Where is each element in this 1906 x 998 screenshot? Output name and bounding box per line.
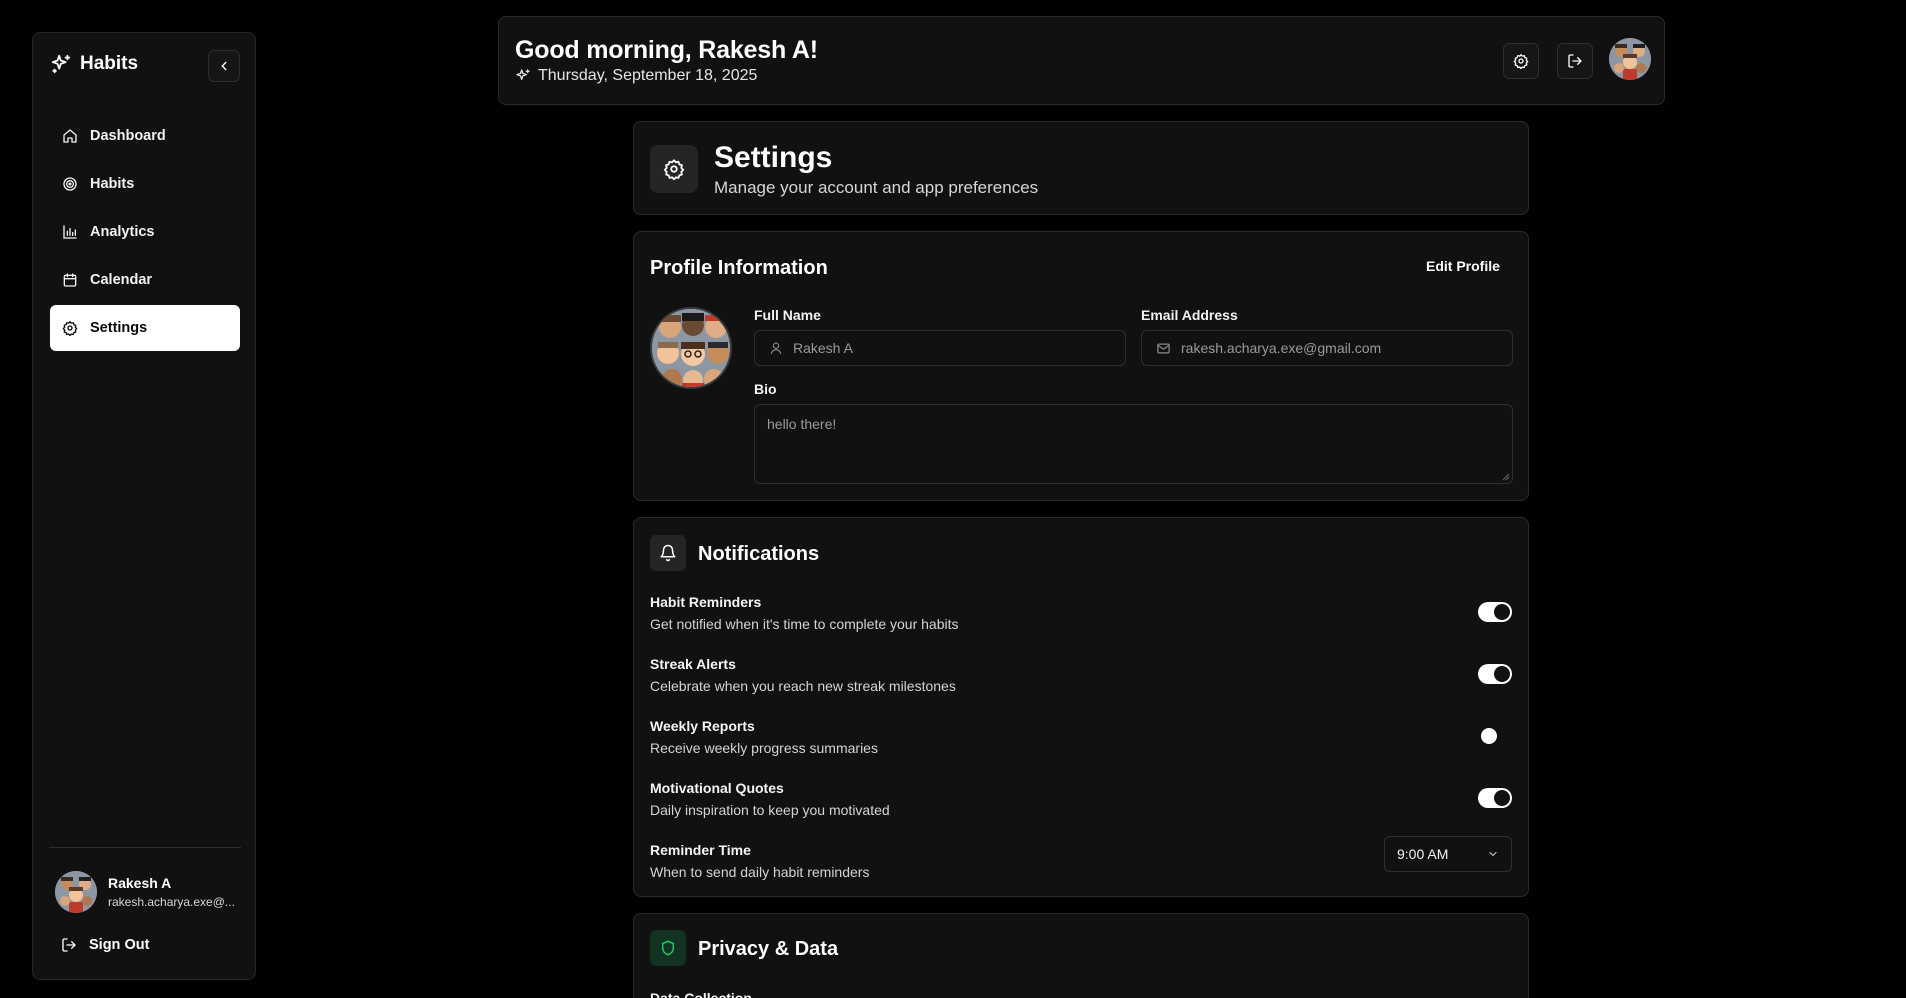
sparkles-icon	[515, 68, 531, 84]
privacy-icon-box	[650, 930, 686, 966]
setting-title: Habit Reminders	[650, 594, 762, 610]
email-field[interactable]: rakesh.acharya.exe@gmail.com	[1141, 330, 1513, 366]
profile-card: Profile Information Edit Profile Full Na…	[633, 231, 1529, 501]
chevron-down-icon	[1487, 848, 1499, 860]
profile-section-title: Profile Information	[650, 257, 828, 279]
toggle-knob	[1494, 790, 1510, 806]
shield-icon	[659, 939, 677, 957]
setting-description: Get notified when it's time to complete …	[650, 616, 959, 632]
page-title: Settings	[714, 141, 833, 174]
email-label: Email Address	[1141, 307, 1238, 323]
setting-description: Receive weekly progress summaries	[650, 740, 878, 756]
sidebar-item-label: Habits	[90, 176, 135, 192]
email-value: rakesh.acharya.exe@gmail.com	[1181, 340, 1382, 356]
notifications-icon-box	[650, 535, 686, 571]
edit-profile-button[interactable]: Edit Profile	[1426, 258, 1500, 274]
setting-habit-reminders: Habit Reminders Get notified when it's t…	[650, 594, 1512, 638]
sign-out-label: Sign Out	[89, 937, 150, 953]
setting-reminder-time: Reminder Time When to send daily habit r…	[650, 836, 1512, 886]
sidebar-item-analytics[interactable]: Analytics	[50, 209, 240, 255]
notifications-card: Notifications Habit Reminders Get notifi…	[633, 517, 1529, 897]
privacy-card: Privacy & Data Data Collection	[633, 913, 1529, 998]
privacy-section-title: Privacy & Data	[698, 938, 839, 960]
setting-motivational-quotes: Motivational Quotes Daily inspiration to…	[650, 780, 1512, 824]
full-name-label: Full Name	[754, 307, 821, 323]
sidebar-item-label: Calendar	[90, 272, 153, 288]
bio-textarea[interactable]: hello there!	[754, 404, 1513, 484]
full-name-field[interactable]: Rakesh A	[754, 330, 1126, 366]
sign-out-button[interactable]: Sign Out	[61, 937, 149, 953]
home-icon	[62, 128, 78, 144]
current-date: Thursday, September 18, 2025	[538, 67, 758, 84]
gear-icon	[62, 320, 78, 336]
sidebar-item-settings[interactable]: Settings	[50, 305, 240, 351]
header-avatar[interactable]	[1609, 38, 1651, 80]
brand[interactable]: Habits	[50, 53, 138, 75]
data-collection-title: Data Collection	[650, 990, 752, 998]
setting-description: Daily inspiration to keep you motivated	[650, 802, 890, 818]
sidebar-item-dashboard[interactable]: Dashboard	[50, 113, 240, 159]
toggle-knob	[1494, 604, 1510, 620]
log-out-icon	[1567, 53, 1583, 69]
sidebar: Habits Dashboard Habits Analytics Calend…	[32, 32, 256, 980]
sidebar-user-name: Rakesh A	[108, 875, 172, 891]
resize-grip-icon[interactable]	[1502, 473, 1510, 481]
setting-streak-alerts: Streak Alerts Celebrate when you reach n…	[650, 656, 1512, 700]
setting-title: Weekly Reports	[650, 718, 755, 734]
setting-title: Streak Alerts	[650, 656, 736, 672]
reminder-time-select[interactable]: 9:00 AM	[1384, 836, 1512, 872]
bell-icon	[659, 544, 677, 562]
bio-value: hello there!	[767, 416, 837, 432]
sidebar-item-label: Settings	[90, 320, 148, 336]
target-icon	[62, 176, 78, 192]
chevron-left-icon	[217, 59, 231, 73]
page-subtitle: Manage your account and app preferences	[714, 178, 1039, 197]
full-name-value: Rakesh A	[793, 340, 853, 356]
sidebar-item-label: Dashboard	[90, 128, 166, 144]
gear-icon	[663, 158, 685, 180]
log-out-icon	[61, 937, 77, 953]
avatar	[55, 871, 97, 913]
profile-avatar[interactable]	[650, 307, 732, 389]
notifications-section-title: Notifications	[698, 543, 820, 565]
setting-title: Motivational Quotes	[650, 780, 784, 796]
setting-weekly-reports: Weekly Reports Receive weekly progress s…	[650, 718, 1512, 762]
motivational-quotes-toggle[interactable]	[1478, 788, 1512, 808]
bar-chart-icon	[62, 224, 78, 240]
setting-description: Celebrate when you reach new streak mile…	[650, 678, 956, 694]
date-row: Thursday, September 18, 2025	[515, 67, 757, 85]
bio-label: Bio	[754, 381, 777, 397]
collapse-sidebar-button[interactable]	[208, 50, 240, 82]
sidebar-user-email: rakesh.acharya.exe@...	[108, 895, 235, 909]
streak-alerts-toggle[interactable]	[1478, 664, 1512, 684]
sidebar-item-calendar[interactable]: Calendar	[50, 257, 240, 303]
header-logout-button[interactable]	[1557, 43, 1593, 79]
habit-reminders-toggle[interactable]	[1478, 602, 1512, 622]
mail-icon	[1156, 341, 1171, 356]
calendar-icon	[62, 272, 78, 288]
setting-description: When to send daily habit reminders	[650, 864, 870, 880]
setting-title: Reminder Time	[650, 842, 751, 858]
toggle-knob	[1481, 728, 1497, 744]
sidebar-divider	[49, 847, 241, 848]
weekly-reports-toggle[interactable]	[1478, 726, 1512, 746]
settings-header-card: Settings Manage your account and app pre…	[633, 121, 1529, 215]
brand-name: Habits	[80, 53, 139, 74]
top-header: Good morning, Rakesh A! Thursday, Septem…	[498, 16, 1665, 105]
sidebar-item-label: Analytics	[90, 224, 155, 240]
toggle-knob	[1494, 666, 1510, 682]
reminder-time-value: 9:00 AM	[1397, 846, 1449, 862]
sidebar-user[interactable]: Rakesh A rakesh.acharya.exe@...	[55, 871, 235, 913]
settings-icon-box	[650, 145, 698, 193]
sidebar-item-habits[interactable]: Habits	[50, 161, 240, 207]
sidebar-nav: Dashboard Habits Analytics Calendar Sett…	[50, 113, 240, 353]
gear-icon	[1513, 53, 1529, 69]
user-icon	[769, 341, 783, 355]
sparkles-icon	[50, 53, 72, 75]
header-settings-button[interactable]	[1503, 43, 1539, 79]
greeting: Good morning, Rakesh A!	[515, 36, 818, 64]
